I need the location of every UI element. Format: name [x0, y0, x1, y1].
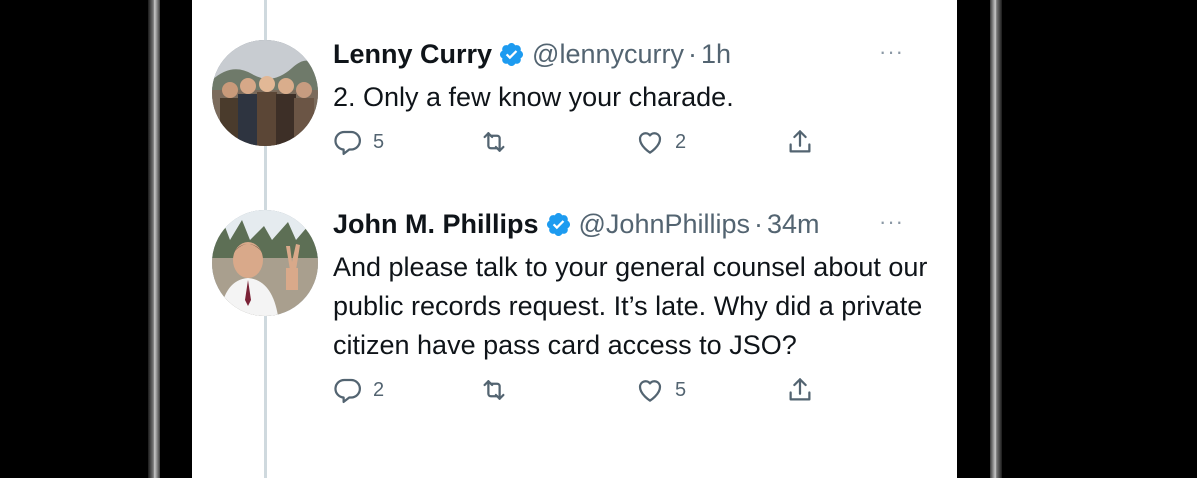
separator-dot: ·	[688, 38, 698, 69]
tweet-content: John M. Phillips @JohnPhillips · 34m ···…	[333, 206, 938, 409]
reply-icon	[334, 378, 361, 403]
share-icon	[789, 378, 811, 401]
reply-button[interactable]: 5	[333, 127, 384, 157]
separator-dot: ·	[754, 208, 764, 239]
reply-count: 2	[373, 378, 385, 401]
like-count: 2	[675, 130, 687, 153]
more-options-icon[interactable]: ···	[879, 41, 904, 63]
group-photo-avatar[interactable]	[212, 40, 318, 146]
like-button[interactable]: 5	[635, 375, 686, 405]
share-icon	[789, 130, 811, 153]
heart-icon	[638, 132, 662, 154]
verified-badge-icon	[545, 211, 572, 238]
retweet-button[interactable]	[479, 127, 519, 157]
share-button[interactable]	[785, 375, 815, 405]
phone-bezel-right	[990, 0, 1002, 478]
reply-button[interactable]: 2	[333, 375, 384, 405]
verified-badge-icon	[498, 41, 525, 68]
display-name[interactable]: Lenny Curry	[333, 39, 492, 70]
heart-icon	[638, 380, 662, 402]
retweet-icon	[483, 380, 505, 400]
display-name[interactable]: John M. Phillips	[333, 209, 539, 240]
timestamp[interactable]: 34m	[767, 209, 820, 240]
tweet-actions: 2 5	[333, 375, 938, 409]
tweet-text: 2. Only a few know your charade.	[333, 82, 734, 112]
like-button[interactable]: 2	[635, 127, 686, 157]
phone-bezel-left	[148, 0, 160, 478]
retweet-icon	[483, 132, 505, 152]
user-handle[interactable]: @lennycurry	[532, 39, 684, 70]
tweet-header: Lenny Curry @lennycurry · 1h	[333, 36, 938, 72]
share-button[interactable]	[785, 127, 815, 157]
phone-screen: Lenny Curry @lennycurry · 1h ··· 2. Only…	[192, 0, 957, 478]
man-peace-sign-avatar[interactable]	[212, 210, 318, 316]
more-options-icon[interactable]: ···	[879, 211, 904, 233]
reply-count: 5	[373, 130, 385, 153]
tweet-content: Lenny Curry @lennycurry · 1h ··· 2. Only…	[333, 36, 938, 161]
retweet-button[interactable]	[479, 375, 519, 405]
tweet-text: And please talk to your general counsel …	[333, 252, 928, 360]
reply-icon	[334, 130, 361, 155]
tweet-actions: 5 2	[333, 127, 938, 161]
user-handle[interactable]: @JohnPhillips	[579, 209, 751, 240]
like-count: 5	[675, 378, 687, 401]
tweet-header: John M. Phillips @JohnPhillips · 34m	[333, 206, 938, 242]
timestamp[interactable]: 1h	[701, 39, 731, 70]
